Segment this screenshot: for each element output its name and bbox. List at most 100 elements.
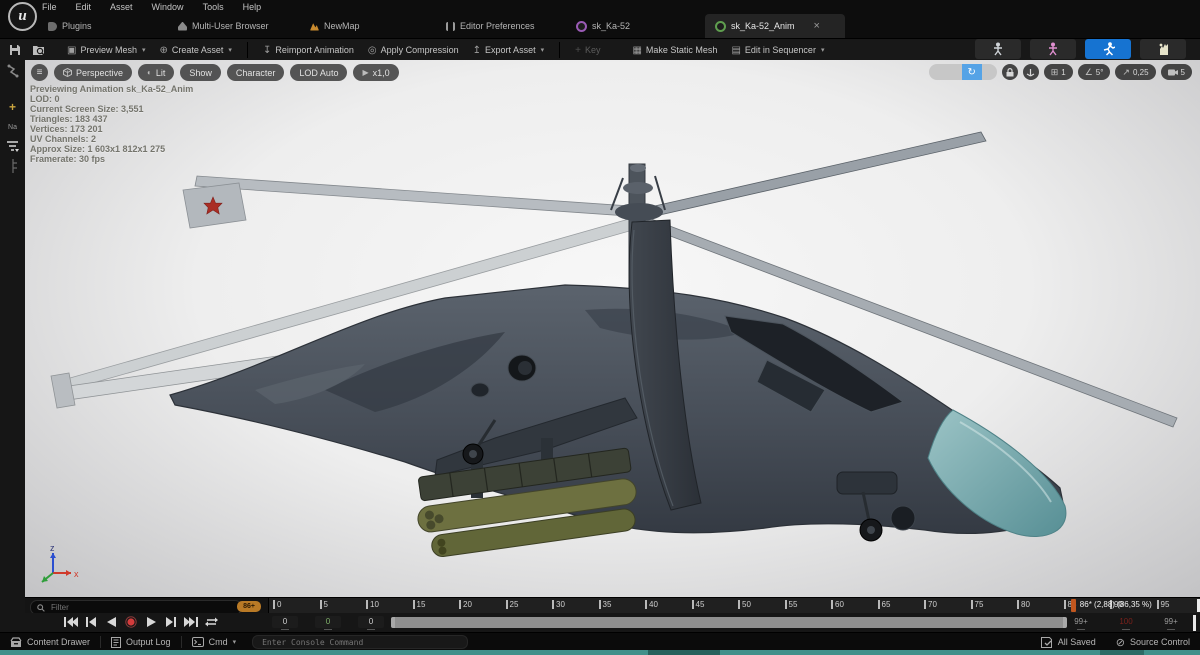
menu-tools[interactable]: Tools [203,2,224,12]
all-saved-button[interactable]: All Saved [1031,633,1106,651]
timeline-playhead[interactable] [1070,599,1076,612]
show-dropdown[interactable]: Show [180,64,221,81]
lit-dropdown[interactable]: ◐ Lit [138,64,175,81]
pill-label: Show [189,67,212,78]
current-frame-field[interactable]: 0 [315,616,341,630]
timeline-scrollbar[interactable] [391,617,1067,628]
filter-tree-icon[interactable] [6,141,19,153]
edit-in-sequencer-button[interactable]: ▤ Edit in Sequencer ▾ [724,40,831,60]
console-command-input[interactable] [260,636,461,648]
create-asset-button[interactable]: ⊕ Create Asset ▾ [153,40,239,60]
character-dropdown[interactable]: Character [226,64,285,81]
tab-sk-ka-52-anim[interactable]: sk_Ka-52_Anim × [705,14,845,38]
viewport-menu-button[interactable]: ≡ [31,64,48,81]
apply-compression-button[interactable]: ◎ Apply Compression [361,40,466,60]
content-drawer-button[interactable]: Content Drawer [0,633,100,651]
close-tab-icon[interactable]: × [814,20,820,32]
gizmo-mode-segmented-control[interactable]: ↻ [928,64,997,80]
animation-timeline-panel: 86+ 86* (2,88) (86,35 %) 051015202530354… [25,597,1200,633]
rotate-mode-icon[interactable]: ↻ [961,64,982,80]
unreal-engine-logo-icon[interactable]: u [8,2,37,31]
view-range-start-field[interactable]: 0 [272,616,298,630]
working-range-field-b[interactable]: 99+ [1158,616,1184,630]
add-icon[interactable]: + [9,100,16,114]
world-local-toggle[interactable] [1022,64,1039,80]
camera-speed-button[interactable]: 5 [1160,64,1192,80]
collapsed-panel-label[interactable]: Na [8,124,17,131]
go-to-start-button[interactable] [63,615,79,629]
play-reverse-button[interactable] [103,615,119,629]
search-icon [37,603,45,612]
stat-uv-channels: UV Channels: 2 [30,134,97,144]
skeleton-icon [994,42,1002,56]
tab-newmap[interactable]: NewMap [310,14,360,38]
grid-icon: ⊞ [1050,66,1059,77]
tab-multi-user-browser[interactable]: Multi-User Browser [178,14,269,38]
step-forward-button[interactable] [163,615,179,629]
hierarchy-icon[interactable] [8,159,18,173]
status-bar: Content Drawer Output Log Cmd ▾ All Save… [0,632,1200,651]
menu-help[interactable]: Help [243,2,262,12]
scale-snap-value: 0,25 [1132,67,1149,77]
reimport-animation-button[interactable]: ↧ Reimport Animation [256,40,361,60]
lod-auto-dropdown[interactable]: LOD Auto [290,64,348,81]
timeline-filter-input[interactable] [49,602,213,613]
make-static-mesh-button[interactable]: ▦ Make Static Mesh [625,40,724,60]
pill-label: x1,0 [372,67,390,78]
cmd-dropdown[interactable]: Cmd ▾ [182,633,247,651]
menu-window[interactable]: Window [152,2,184,12]
preview-viewport[interactable]: ≡ Perspective ◐ Lit Show Character LOD A… [25,60,1200,597]
record-button[interactable] [123,615,139,629]
working-range-field-a[interactable]: 99+ [1068,616,1094,630]
mesh-mode-button[interactable] [1030,39,1076,59]
stat-previewing-animation: Previewing Animation sk_Ka-52_Anim [30,84,194,94]
go-to-end-button[interactable] [183,615,199,629]
browse-to-asset-icon[interactable] [30,41,48,59]
skeleton-tree-icon[interactable] [6,64,20,78]
save-icon[interactable] [6,41,24,59]
sequence-length-field[interactable]: 100 [1113,616,1139,630]
axis-x-label: x [74,569,79,579]
perspective-dropdown[interactable]: Perspective [54,64,133,81]
skeleton-mode-button[interactable] [975,39,1021,59]
lock-viewport-button[interactable] [1001,64,1018,80]
level-icon [310,23,319,31]
button-label: Source Control [1129,637,1190,647]
tab-label: Multi-User Browser [192,21,269,31]
range-end-handle[interactable] [1193,615,1196,631]
scale-arrow-icon: ↗ [1122,66,1130,77]
playback-speed-dropdown[interactable]: ▶ x1,0 [353,64,399,81]
timeline-scrollbar-thumb[interactable] [391,617,1067,628]
menu-asset[interactable]: Asset [110,2,133,12]
button-label: Key [584,45,601,55]
output-log-button[interactable]: Output Log [101,633,181,651]
menu-edit[interactable]: Edit [76,2,92,12]
loop-toggle-button[interactable] [203,615,219,629]
timeline-ruler[interactable]: 86* (2,88) (86,35 %) 0 5 10 15 20 25 30 35 40 45 5… [268,598,1200,614]
source-control-button[interactable]: ⊘ Source Control [1106,633,1200,651]
perspective-cube-icon [63,68,72,77]
ka52-helicopter-model[interactable] [25,60,1200,597]
lit-sphere-icon: ◐ [147,67,152,77]
view-range-end-field[interactable]: 0 [358,616,384,630]
menu-file[interactable]: File [42,2,57,12]
chevron-down-icon: ▾ [141,47,146,54]
tab-sk-ka-52[interactable]: sk_Ka-52 [576,14,630,38]
play-button[interactable] [143,615,159,629]
step-backward-button[interactable] [83,615,99,629]
tab-editor-preferences[interactable]: Editor Preferences [446,14,535,38]
tab-plugins[interactable]: Plugins [48,14,92,38]
export-asset-button[interactable]: ↥ Export Asset ▾ [466,40,551,60]
taskbar-segment [648,650,720,655]
physics-mode-button[interactable] [1140,39,1186,59]
console-command-box[interactable] [252,635,469,649]
tab-label: Editor Preferences [460,21,535,31]
animation-mode-button[interactable] [1085,39,1131,59]
preview-mesh-button[interactable]: ▣ Preview Mesh ▾ [60,40,153,60]
rotation-snap-button[interactable]: ∠ 5° [1077,64,1111,80]
camera-icon [1167,69,1178,75]
scale-snap-button[interactable]: ↗ 0,25 [1115,64,1156,80]
plus-icon: + [575,44,581,56]
play-icon: ▶ [362,67,369,77]
grid-snap-button[interactable]: ⊞ 1 [1043,64,1073,80]
